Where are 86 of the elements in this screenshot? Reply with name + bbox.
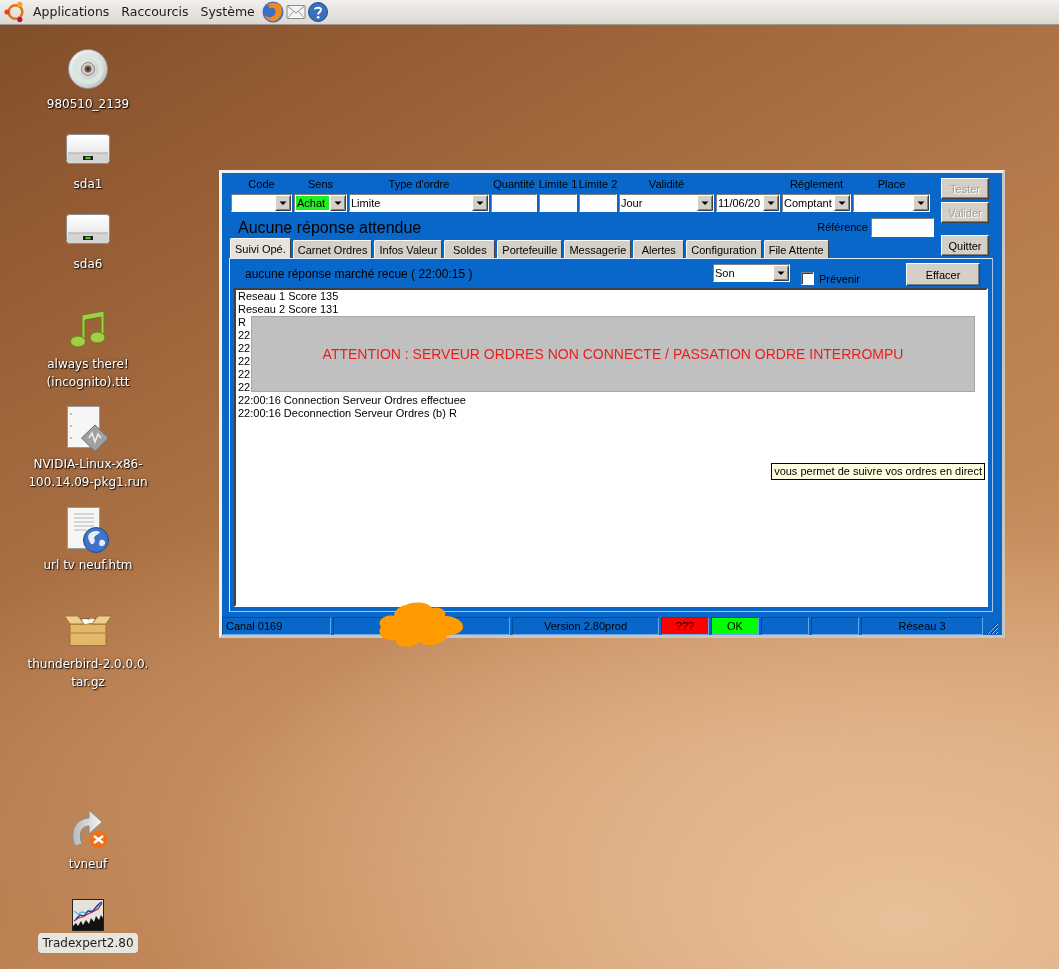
menu-item[interactable]: Système bbox=[194, 1, 261, 23]
status-cell: Réseau 3 bbox=[861, 617, 983, 635]
status-indicator: OK bbox=[711, 617, 759, 635]
globe-icon[interactable] bbox=[261, 1, 284, 23]
log-line: 22:00:16 Connection Serveur Ordres effectuee bbox=[238, 394, 466, 407]
tab[interactable]: Carnet Ordres bbox=[292, 240, 373, 258]
dropdown-arrow-icon[interactable] bbox=[834, 195, 850, 211]
field-label: Référence bbox=[817, 220, 868, 234]
status-indicator: ??? bbox=[661, 617, 709, 635]
field-label: Place bbox=[877, 178, 906, 190]
tab[interactable]: Portefeuille bbox=[497, 240, 563, 258]
status-cell bbox=[811, 617, 859, 635]
menu-item[interactable]: Applications bbox=[27, 1, 116, 23]
document-icon[interactable] bbox=[67, 406, 109, 452]
log-line: Reseau 1 Score 135 bbox=[238, 290, 339, 303]
icon-label[interactable]: NVIDIA-Linux-x86- 100.14.09-pkg1.run bbox=[24, 455, 152, 491]
icon-label[interactable]: sda1 bbox=[69, 175, 107, 193]
log-line: R bbox=[238, 316, 246, 329]
alert-banner: ATTENTION : SERVEUR ORDRES NON CONNECTE / PASSATION ORDRE INTERROMPU bbox=[251, 316, 975, 392]
tab[interactable]: Messagerie bbox=[564, 240, 632, 258]
log-line: 22 bbox=[238, 342, 251, 355]
help-icon[interactable] bbox=[307, 2, 328, 22]
dropdown-arrow-icon[interactable] bbox=[773, 265, 790, 281]
tab[interactable]: Soldes bbox=[444, 240, 496, 258]
resize-grip-icon[interactable] bbox=[985, 621, 999, 635]
input-field[interactable] bbox=[871, 217, 934, 237]
status-cell: Canal 0169 bbox=[222, 617, 331, 635]
log-line: 22 bbox=[238, 381, 251, 394]
dropdown-arrow-icon[interactable] bbox=[763, 195, 779, 211]
tab[interactable]: Configuration bbox=[686, 240, 762, 258]
status-cell bbox=[761, 617, 809, 635]
dropdown-field[interactable] bbox=[853, 194, 930, 212]
dropdown-field[interactable]: 11/06/20 bbox=[716, 194, 780, 212]
input-field[interactable] bbox=[539, 194, 577, 212]
dropdown-arrow-icon[interactable] bbox=[472, 195, 488, 211]
log-line: Reseau 2 Score 131 bbox=[238, 303, 339, 316]
field-label: Limite 2 bbox=[578, 178, 618, 190]
field-label: Réglement bbox=[789, 178, 844, 190]
checkbox[interactable] bbox=[801, 272, 815, 285]
field-label: Type d'ordre bbox=[388, 178, 450, 190]
dropdown-field[interactable]: Comptant bbox=[782, 194, 851, 212]
dropdown-field[interactable]: Son bbox=[713, 264, 791, 282]
drive-icon[interactable] bbox=[66, 214, 110, 244]
icon-label[interactable]: Tradexpert2.80 bbox=[38, 933, 138, 953]
icon-label[interactable]: always there! (incognito).ttt bbox=[42, 355, 134, 391]
field-label: Quantité bbox=[493, 178, 535, 190]
log-line: 22 bbox=[238, 355, 251, 368]
dropdown-field[interactable] bbox=[231, 194, 292, 212]
log-line: 22 bbox=[238, 368, 251, 381]
log-line: 22:00:16 Deconnection Serveur Ordres (b) R bbox=[238, 407, 457, 420]
tooltip: vous permet de suivre vos ordres en direct bbox=[771, 463, 985, 480]
input-field[interactable] bbox=[491, 194, 537, 212]
checkbox-label[interactable]: Prévenir bbox=[819, 272, 860, 286]
icon-label[interactable]: sda6 bbox=[69, 255, 107, 273]
dropdown-arrow-icon[interactable] bbox=[275, 195, 291, 211]
box-icon[interactable] bbox=[64, 612, 112, 646]
input-field[interactable] bbox=[579, 194, 617, 212]
log-line: 22 bbox=[238, 329, 251, 342]
icon-label[interactable]: url tv neuf.htm bbox=[39, 556, 137, 574]
music-note-icon[interactable] bbox=[70, 310, 106, 348]
response-status-text: Aucune réponse attendue bbox=[238, 217, 423, 237]
globe-document-icon[interactable] bbox=[67, 507, 109, 553]
dropdown-field[interactable]: Achat bbox=[294, 194, 347, 212]
quit-button[interactable]: Quitter bbox=[941, 235, 989, 256]
market-status-text: aucune réponse marché recue ( 22:00:15 ) bbox=[245, 266, 474, 283]
chart-icon[interactable] bbox=[72, 899, 104, 931]
tab[interactable]: Suivi Opé. bbox=[230, 238, 291, 258]
disc-icon[interactable] bbox=[68, 49, 108, 89]
menu-item[interactable]: Raccourcis bbox=[115, 1, 195, 23]
dropdown-field[interactable]: Jour bbox=[619, 194, 714, 212]
field-label: Limite 1 bbox=[538, 178, 578, 190]
tab[interactable]: File Attente bbox=[763, 240, 829, 258]
field-label: Validité bbox=[648, 178, 685, 190]
dropdown-arrow-icon[interactable] bbox=[913, 195, 929, 211]
tab[interactable]: Infos Valeur bbox=[374, 240, 443, 258]
dropdown-arrow-icon[interactable] bbox=[330, 195, 346, 211]
tab[interactable]: Alertes bbox=[633, 240, 685, 258]
dots-ring-icon[interactable] bbox=[4, 1, 26, 23]
field-label: Code bbox=[248, 178, 275, 190]
icon-label[interactable]: 980510_2139 bbox=[42, 95, 134, 113]
drive-icon[interactable] bbox=[66, 134, 110, 164]
dropdown-field[interactable]: Limite bbox=[349, 194, 489, 212]
status-cell: Version 2.80prod bbox=[512, 617, 659, 635]
field-label: Sens bbox=[307, 178, 334, 190]
dropdown-arrow-icon[interactable] bbox=[697, 195, 713, 211]
clear-button[interactable]: Effacer bbox=[906, 263, 980, 286]
